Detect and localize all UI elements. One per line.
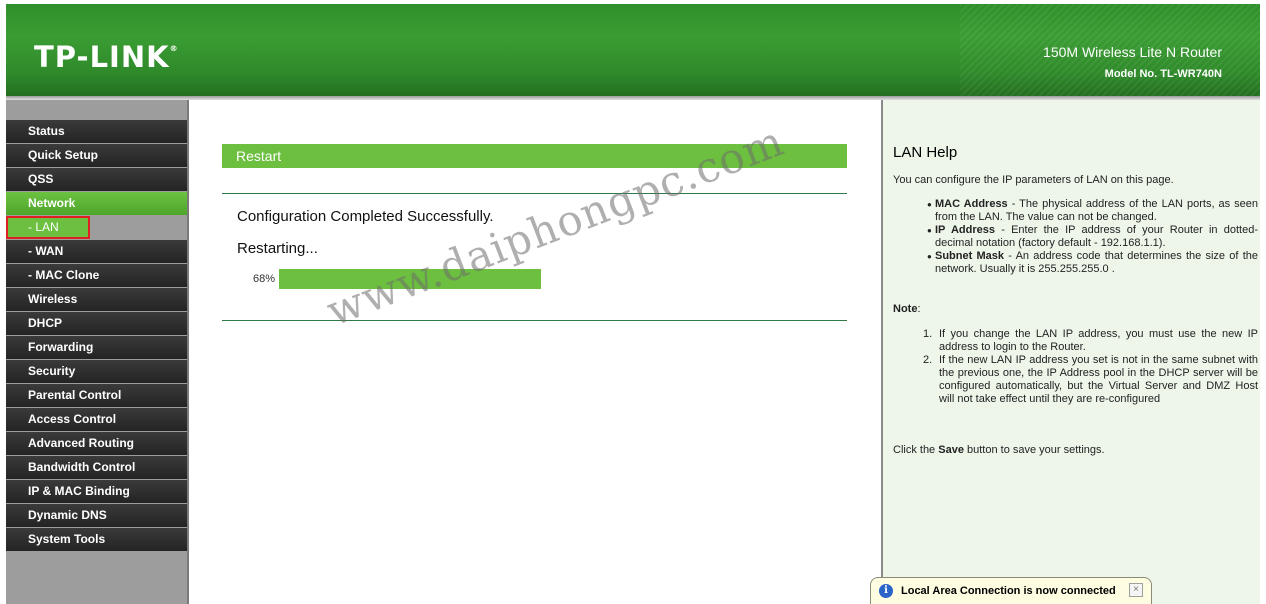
divider — [222, 320, 847, 321]
note-label: Note: — [893, 303, 921, 315]
sidebar-item-ip-mac-binding[interactable]: IP & MAC Binding — [6, 480, 187, 503]
info-icon: i — [879, 584, 893, 598]
sidebar-item-security[interactable]: Security — [6, 360, 187, 383]
sidebar-item-wireless[interactable]: Wireless — [6, 288, 187, 311]
sidebar-item-system-tools[interactable]: System Tools — [6, 528, 187, 551]
help-title: LAN Help — [893, 144, 958, 161]
sidebar-item-dhcp[interactable]: DHCP — [6, 312, 187, 335]
sidebar-item-mac-clone[interactable]: - MAC Clone — [6, 264, 187, 287]
sidebar-menu: Status Quick Setup QSS Network - LAN - W… — [6, 100, 189, 604]
sidebar-item-network[interactable]: Network — [6, 192, 187, 215]
header-banner: TP-LINK® 150M Wireless Lite N Router Mod… — [6, 4, 1260, 96]
progress-percent: 68% — [253, 273, 276, 285]
list-item: IP Address - Enter the IP address of you… — [893, 224, 1258, 250]
main-content: Restart Configuration Completed Successf… — [191, 100, 881, 604]
tplink-logo: TP-LINK® — [34, 40, 179, 74]
sidebar-item-forwarding[interactable]: Forwarding — [6, 336, 187, 359]
list-item: MAC Address - The physical address of th… — [893, 198, 1258, 224]
close-icon[interactable]: × — [1129, 583, 1143, 597]
help-panel: LAN Help You can configure the IP parame… — [881, 100, 1260, 604]
help-bullet-list: MAC Address - The physical address of th… — [893, 198, 1258, 276]
save-instruction: Click the Save button to save your setti… — [893, 444, 1105, 456]
notification-text: Local Area Connection is now connected — [901, 585, 1116, 597]
sidebar-item-wan[interactable]: - WAN — [6, 240, 187, 263]
model-number: Model No. TL-WR740N — [1104, 68, 1222, 80]
list-item: Subnet Mask - An address code that deter… — [893, 250, 1258, 276]
sidebar-item-advanced-routing[interactable]: Advanced Routing — [6, 432, 187, 455]
help-intro: You can configure the IP parameters of L… — [893, 174, 1174, 186]
sidebar-item-access-control[interactable]: Access Control — [6, 408, 187, 431]
restarting-message: Restarting... — [237, 240, 318, 257]
sidebar-item-quick-setup[interactable]: Quick Setup — [6, 144, 187, 167]
product-name: 150M Wireless Lite N Router — [1043, 44, 1222, 60]
divider — [222, 193, 847, 194]
sidebar-item-parental-control[interactable]: Parental Control — [6, 384, 187, 407]
help-note-list: 1. If you change the LAN IP address, you … — [893, 328, 1258, 406]
sidebar-item-dynamic-dns[interactable]: Dynamic DNS — [6, 504, 187, 527]
sidebar-item-qss[interactable]: QSS — [6, 168, 187, 191]
list-item: 1. If you change the LAN IP address, you … — [923, 328, 1258, 353]
list-item: 2. If the new LAN IP address you set is n… — [923, 354, 1258, 405]
sidebar-item-lan[interactable]: - LAN — [6, 216, 90, 239]
connection-notification[interactable]: i Local Area Connection is now connected… — [870, 577, 1152, 604]
success-message: Configuration Completed Successfully. — [237, 208, 494, 225]
sidebar-item-status[interactable]: Status — [6, 120, 187, 143]
sidebar-item-bandwidth-control[interactable]: Bandwidth Control — [6, 456, 187, 479]
